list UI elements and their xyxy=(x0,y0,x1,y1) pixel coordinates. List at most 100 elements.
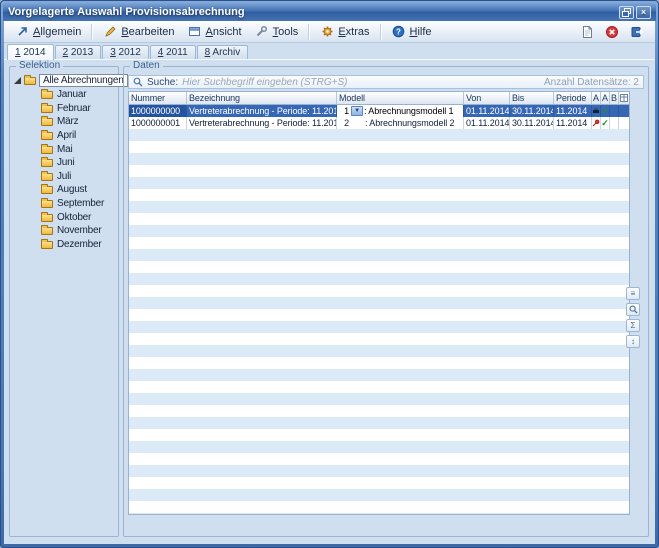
tree-item-april[interactable]: April xyxy=(12,129,116,143)
tree-expander-icon[interactable] xyxy=(14,77,21,84)
col-header-bis[interactable]: Bis xyxy=(510,92,554,105)
col-header-von[interactable]: Von xyxy=(464,92,510,105)
restore-button[interactable] xyxy=(619,6,634,19)
cell-status-a1[interactable] xyxy=(592,117,601,129)
tree-item-label: Juli xyxy=(57,171,71,182)
tab-2014[interactable]: 1 2014 xyxy=(7,44,54,60)
tab-2012-label: 3 2012 xyxy=(110,47,141,58)
cell-nummer[interactable]: 1000000001 xyxy=(129,117,187,129)
col-header-modell[interactable]: Modell xyxy=(337,92,464,105)
edit-pencil-icon xyxy=(103,25,117,39)
cancel-icon xyxy=(605,25,619,39)
tab-2011[interactable]: 4 2011 xyxy=(150,45,196,59)
cell-indicator xyxy=(619,105,629,117)
col-header-a1[interactable]: A xyxy=(592,92,601,105)
exit-button[interactable] xyxy=(627,23,647,41)
tree-item-november[interactable]: November xyxy=(12,224,116,238)
printer-status-icon xyxy=(592,107,600,115)
cell-status-a2[interactable]: ✓ xyxy=(601,105,610,117)
table-row-2[interactable]: 1000000001 Vertreterabrechnung - Periode… xyxy=(129,117,629,129)
menu-allgemein[interactable]: Allgemein xyxy=(9,23,87,41)
col-header-b[interactable]: B xyxy=(610,92,619,105)
menu-separator xyxy=(91,24,93,40)
cell-von[interactable]: 01.11.2014 xyxy=(464,105,510,117)
cell-status-b[interactable] xyxy=(610,105,619,117)
search-placeholder[interactable]: Hier Suchbegriff eingeben (STRG+S) xyxy=(182,77,347,88)
tree-item-label: August xyxy=(57,184,87,195)
grid-menu-button[interactable]: ≡ xyxy=(626,287,640,300)
svg-text:?: ? xyxy=(396,27,401,36)
cell-periode[interactable]: 11.2014 xyxy=(554,105,592,117)
tree-item-label: September xyxy=(57,198,104,209)
cell-modell-editor[interactable]: 1 ▼ : Abrechnungsmodell 1 xyxy=(337,105,464,117)
tab-2013[interactable]: 2 2013 xyxy=(55,45,102,59)
tree-root-label[interactable]: Alle Abrechnungen xyxy=(39,74,128,87)
titlebar-buttons: × xyxy=(619,6,651,19)
tree-item-label: März xyxy=(57,116,78,127)
search-icon xyxy=(133,77,143,87)
menu-ansicht[interactable]: Ansicht xyxy=(182,23,248,41)
cell-periode[interactable]: 11.2014 xyxy=(554,117,592,129)
menu-tools[interactable]: Tools xyxy=(249,23,305,41)
titlebar[interactable]: Vorgelagerte Auswahl Provisionsabrechnun… xyxy=(3,3,656,21)
grid-sum-button[interactable]: Σ xyxy=(626,319,640,332)
search-label: Suche: xyxy=(147,77,178,88)
tree-item-februar[interactable]: Februar xyxy=(12,102,116,116)
col-header-a2[interactable]: A xyxy=(601,92,610,105)
tree-item-label: November xyxy=(57,225,102,236)
cell-modell[interactable]: 2 : Abrechnungsmodell 2 xyxy=(337,117,464,129)
restore-icon xyxy=(622,8,631,17)
selektion-groupbox: Selektion Alle Abrechnungen Januar Febru… xyxy=(9,66,119,537)
cell-bezeichnung[interactable]: Vertreterabrechnung - Periode: 11.2014 xyxy=(187,105,337,117)
menu-bearbeiten[interactable]: Bearbeiten xyxy=(97,23,180,41)
modell-dropdown-button[interactable]: ▼ xyxy=(351,106,363,116)
help-icon: ? xyxy=(392,25,406,39)
col-header-bezeichnung[interactable]: Bezeichnung xyxy=(187,92,337,105)
daten-groupbox: Daten Suche: Hier Suchbegriff eingeben (… xyxy=(123,66,649,537)
grid-empty-rows xyxy=(129,129,629,515)
cell-nummer[interactable]: 1000000000 xyxy=(129,105,187,117)
col-header-nummer[interactable]: Nummer xyxy=(129,92,187,105)
cell-status-a1[interactable] xyxy=(592,105,601,117)
cell-von[interactable]: 01.11.2014 xyxy=(464,117,510,129)
grid-search-button[interactable] xyxy=(626,303,640,316)
cell-bis[interactable]: 30.11.2014 xyxy=(510,105,554,117)
tab-2012[interactable]: 3 2012 xyxy=(102,45,149,59)
cell-status-b[interactable] xyxy=(610,117,619,129)
table-row-1[interactable]: 1000000000 Vertreterabrechnung - Periode… xyxy=(129,105,629,117)
cancel-button[interactable] xyxy=(602,23,622,41)
exit-icon xyxy=(630,25,644,39)
tree-item-september[interactable]: September xyxy=(12,197,116,211)
col-header-periode[interactable]: Periode xyxy=(554,92,592,105)
tab-archiv[interactable]: 8 Archiv xyxy=(197,45,249,59)
tree-item-label: Januar xyxy=(57,89,86,100)
tree-item-januar[interactable]: Januar xyxy=(12,88,116,102)
tree-item-dezember[interactable]: Dezember xyxy=(12,238,116,252)
cell-bis[interactable]: 30.11.2014 xyxy=(510,117,554,129)
folder-icon xyxy=(41,227,53,235)
tree-item-maerz[interactable]: März xyxy=(12,115,116,129)
tree-item-juni[interactable]: Juni xyxy=(12,156,116,170)
tree-item-august[interactable]: August xyxy=(12,183,116,197)
up-down-arrows-icon: ↕ xyxy=(631,338,635,346)
menu-extras[interactable]: Extras xyxy=(314,23,375,41)
grid-sort-button[interactable]: ↕ xyxy=(626,335,640,348)
search-bar[interactable]: Suche: Hier Suchbegriff eingeben (STRG+S… xyxy=(128,75,644,89)
tree-item-juli[interactable]: Juli xyxy=(12,170,116,184)
checkmark-icon: ✓ xyxy=(601,119,608,128)
close-button[interactable]: × xyxy=(636,6,651,19)
menu-lines-icon: ≡ xyxy=(631,290,636,298)
menu-hilfe[interactable]: ? Hilfe xyxy=(386,23,438,41)
report-button[interactable] xyxy=(577,23,597,41)
modell-number: 1 xyxy=(339,106,350,116)
cell-bezeichnung[interactable]: Vertreterabrechnung - Periode: 11.2014 xyxy=(187,117,337,129)
folder-icon xyxy=(41,105,53,113)
column-chooser-icon xyxy=(620,94,628,102)
tree-item-label: Juni xyxy=(57,157,75,168)
column-chooser-button[interactable] xyxy=(619,92,629,105)
tree-item-oktober[interactable]: Oktober xyxy=(12,210,116,224)
menubar: Allgemein Bearbeiten Ansicht Tools xyxy=(4,21,655,43)
tree-root-alle-abrechnungen[interactable]: Alle Abrechnungen xyxy=(12,73,116,88)
tree-item-mai[interactable]: Mai xyxy=(12,142,116,156)
cell-status-a2[interactable]: ✓ xyxy=(601,117,610,129)
